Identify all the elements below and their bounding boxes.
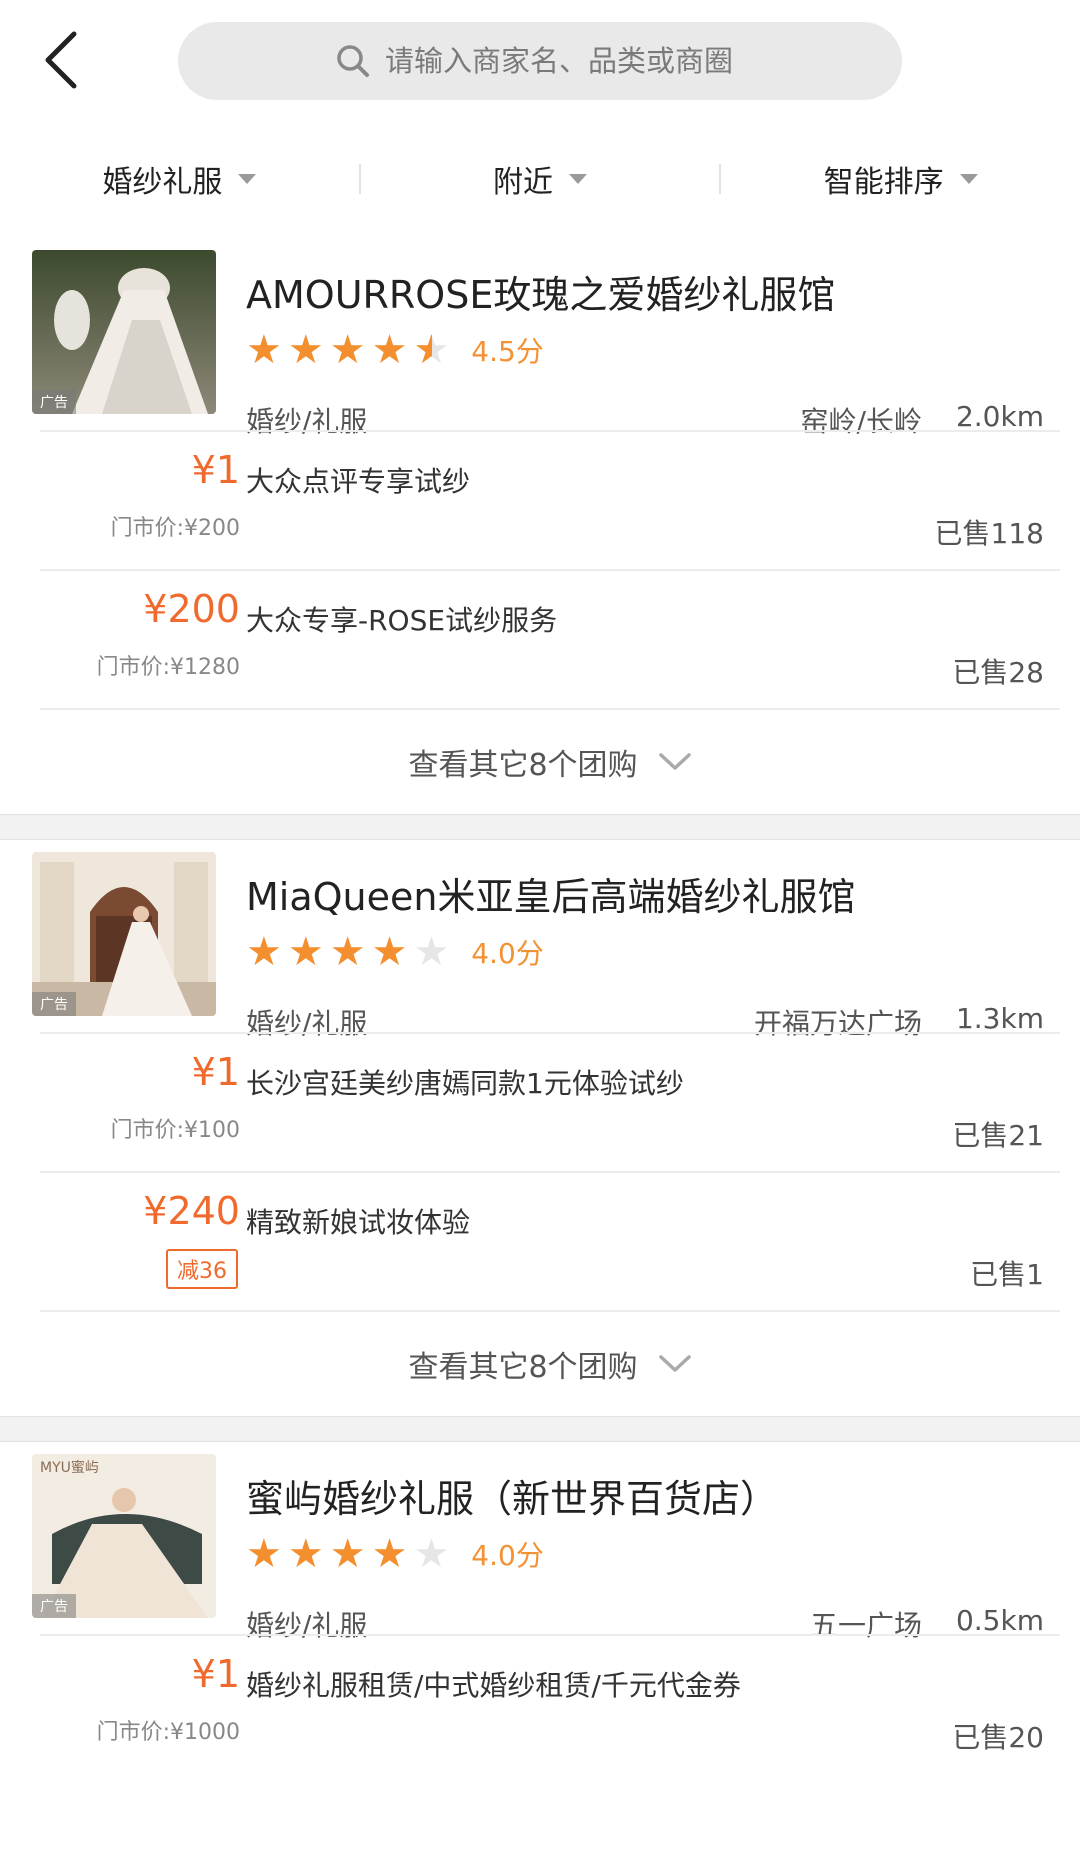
- see-more-deals-button[interactable]: 查看其它8个团购: [40, 708, 1060, 814]
- shop-card[interactable]: 广告 AMOURROSE玫瑰之爱婚纱礼服馆 ★ ★ ★ ★ ★ 4.5分 婚纱/…: [0, 238, 1080, 814]
- deal-item[interactable]: ¥240 减36 精致新娘试妆体验 已售1: [40, 1171, 1060, 1310]
- ad-tag: 广告: [32, 1594, 76, 1618]
- filter-category[interactable]: 婚纱礼服: [0, 157, 359, 201]
- star-icon: ★: [329, 327, 366, 373]
- deal-title: 精致新娘试妆体验: [246, 1206, 471, 1239]
- star-icon: ★: [371, 327, 408, 373]
- ad-tag: 广告: [32, 390, 76, 414]
- top-bar: [0, 0, 1080, 120]
- star-icon: ★: [371, 929, 408, 975]
- see-more-deals-button[interactable]: 查看其它8个团购: [40, 1310, 1060, 1416]
- rating-score: 4.0分: [471, 1539, 544, 1572]
- shop-thumbnail[interactable]: MYU蜜屿 广告: [32, 1454, 216, 1618]
- deal-item[interactable]: ¥1 门市价:¥1000 婚纱礼服租赁/中式婚纱租赁/千元代金券 已售20: [40, 1634, 1060, 1773]
- market-price: 门市价:¥100: [110, 1118, 240, 1143]
- deal-price: ¥1: [191, 1050, 240, 1094]
- filter-sort-label: 智能排序: [823, 165, 944, 200]
- search-icon: [337, 45, 369, 77]
- market-price: 门市价:¥200: [110, 516, 240, 541]
- deal-price: ¥200: [143, 587, 240, 631]
- deal-price: ¥1: [191, 448, 240, 492]
- shop-name[interactable]: AMOURROSE玫瑰之爱婚纱礼服馆: [246, 264, 835, 319]
- deal-title: 大众点评专享试纱: [246, 465, 471, 498]
- sold-count: 已售28: [952, 656, 1044, 689]
- star-rating: ★ ★ ★ ★ ★ 4.0分: [246, 1534, 544, 1574]
- sold-count: 已售20: [952, 1721, 1044, 1754]
- discount-badge: 减36: [166, 1249, 238, 1289]
- see-more-label: 查看其它8个团购: [408, 748, 638, 783]
- market-price: 门市价:¥1000: [96, 1720, 240, 1745]
- deal-item[interactable]: ¥1 门市价:¥200 大众点评专享试纱 已售118: [40, 430, 1060, 569]
- star-icon: ★: [329, 1531, 366, 1577]
- half-star-icon: ★: [413, 330, 449, 370]
- caret-down-icon: [569, 174, 587, 184]
- star-icon: ★: [329, 929, 366, 975]
- market-price: 门市价:¥1280: [96, 655, 240, 680]
- search-input[interactable]: [385, 44, 745, 78]
- shop-name[interactable]: MiaQueen米亚皇后高端婚纱礼服馆: [246, 866, 855, 921]
- deal-item[interactable]: ¥200 门市价:¥1280 大众专享-ROSE试纱服务 已售28: [40, 569, 1060, 708]
- filter-bar: 婚纱礼服 附近 智能排序: [0, 120, 1080, 238]
- shop-card[interactable]: MYU蜜屿 广告 蜜屿婚纱礼服（新世界百货店） ★ ★ ★ ★ ★ 4.0分 婚…: [0, 1442, 1080, 1773]
- shop-thumbnail[interactable]: 广告: [32, 250, 216, 414]
- caret-down-icon: [238, 174, 257, 184]
- star-icon: ★: [287, 929, 324, 975]
- back-icon[interactable]: [40, 28, 100, 92]
- chevron-down-icon: [658, 1355, 691, 1372]
- sold-count: 已售21: [952, 1119, 1044, 1152]
- star-icon: ★: [246, 1531, 282, 1577]
- star-icon: ★: [246, 327, 282, 373]
- chevron-down-icon: [658, 753, 691, 770]
- deal-price: ¥240: [143, 1189, 240, 1233]
- svg-text:MYU蜜屿: MYU蜜屿: [40, 1460, 99, 1476]
- caret-down-icon: [959, 174, 978, 184]
- sold-count: 已售118: [934, 517, 1044, 550]
- shop-thumbnail[interactable]: 广告: [32, 852, 216, 1016]
- deal-title: 长沙宫廷美纱唐嫣同款1元体验试纱: [246, 1067, 684, 1100]
- star-icon: ★: [287, 327, 324, 373]
- filter-category-label: 婚纱礼服: [102, 165, 223, 200]
- filter-nearby[interactable]: 附近: [361, 157, 720, 201]
- shop-name[interactable]: 蜜屿婚纱礼服（新世界百货店）: [246, 1468, 778, 1523]
- rating-score: 4.5分: [471, 335, 544, 368]
- deal-item[interactable]: ¥1 门市价:¥100 长沙宫廷美纱唐嫣同款1元体验试纱 已售21: [40, 1032, 1060, 1171]
- deal-title: 婚纱礼服租赁/中式婚纱租赁/千元代金券: [246, 1669, 741, 1702]
- star-rating: ★ ★ ★ ★ ★ 4.0分: [246, 932, 544, 972]
- search-bar[interactable]: [178, 22, 902, 100]
- section-separator: [0, 1416, 1080, 1442]
- star-icon: ★: [371, 1531, 408, 1577]
- rating-score: 4.0分: [471, 937, 544, 970]
- shop-card[interactable]: 广告 MiaQueen米亚皇后高端婚纱礼服馆 ★ ★ ★ ★ ★ 4.0分 婚纱…: [0, 840, 1080, 1416]
- deal-price: ¥1: [191, 1652, 240, 1696]
- filter-sort[interactable]: 智能排序: [721, 157, 1080, 201]
- star-icon: ★: [246, 929, 282, 975]
- see-more-label: 查看其它8个团购: [408, 1350, 638, 1385]
- filter-nearby-label: 附近: [493, 165, 553, 200]
- star-icon: ★: [287, 1531, 324, 1577]
- empty-star-icon: ★: [413, 929, 450, 975]
- empty-star-icon: ★: [413, 1531, 450, 1577]
- section-separator: [0, 814, 1080, 840]
- star-rating: ★ ★ ★ ★ ★ 4.5分: [246, 330, 544, 370]
- deal-title: 大众专享-ROSE试纱服务: [246, 604, 558, 637]
- ad-tag: 广告: [32, 992, 76, 1016]
- sold-count: 已售1: [970, 1258, 1044, 1291]
